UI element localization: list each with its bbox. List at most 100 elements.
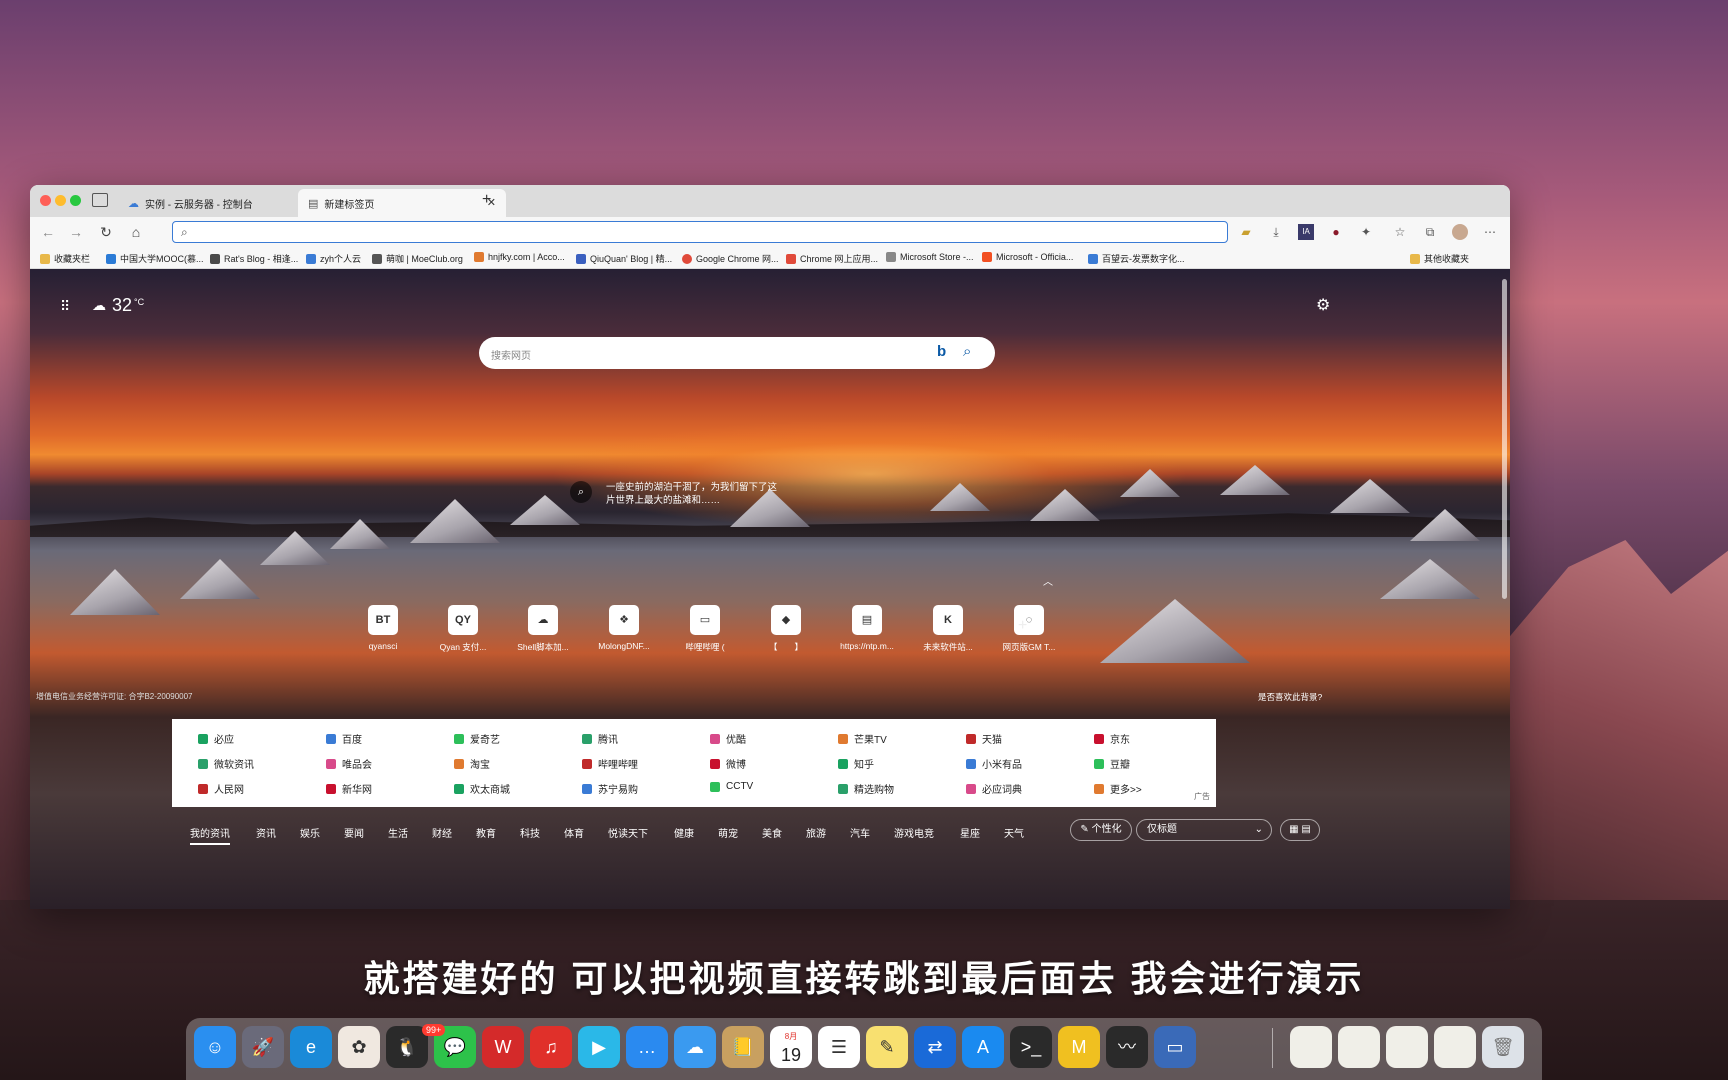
bookmark-item[interactable]: 中国大学MOOC(慕... [106, 252, 204, 265]
quick-link[interactable]: ❖ MolongDNF... [589, 605, 659, 651]
chevron-up-icon[interactable]: ︿ [1043, 573, 1053, 588]
link-suning[interactable]: 苏宁易购 [582, 781, 638, 796]
maximize-window-button[interactable] [70, 195, 81, 206]
meituan-icon[interactable]: M [1058, 1026, 1100, 1068]
bookmark-item[interactable]: 百望云-发票数字化... [1088, 252, 1185, 265]
finder-icon[interactable]: ☺ [194, 1026, 236, 1068]
tab-actions-icon[interactable] [92, 193, 108, 207]
feed-tab[interactable]: 体育 [564, 825, 584, 840]
calendar-icon[interactable]: 8月 19 [770, 1026, 812, 1068]
layout-toggle[interactable]: ▦ ▤ [1280, 819, 1320, 841]
personalize-button[interactable]: ✎ 个性化 [1070, 819, 1132, 841]
link-xinhua[interactable]: 新华网 [326, 781, 372, 796]
link-cctv[interactable]: CCTV [710, 781, 753, 792]
feed-tab[interactable]: 我的资讯 [190, 825, 230, 845]
feed-tab[interactable]: 财经 [432, 825, 452, 840]
teamviewer-icon[interactable]: ⇄ [914, 1026, 956, 1068]
bookmark-item[interactable]: Microsoft - Officia... [982, 252, 1073, 262]
search-icon[interactable]: ⌕ [963, 343, 971, 360]
link-zhihu[interactable]: 知乎 [838, 756, 874, 771]
feed-tab[interactable]: 科技 [520, 825, 540, 840]
apps-grid-icon[interactable]: ⠿ [60, 299, 74, 313]
link-vip[interactable]: 唯品会 [326, 756, 372, 771]
link-tmall[interactable]: 天猫 [966, 731, 1002, 746]
extensions-icon[interactable]: ✦ [1358, 224, 1374, 240]
feed-tab[interactable]: 教育 [476, 825, 496, 840]
bookmark-item[interactable]: Rat's Blog - 相逢... [210, 252, 298, 265]
link-bing-dict[interactable]: 必应词典 [966, 781, 1022, 796]
download-extension-icon[interactable]: ⤓ [1268, 224, 1284, 240]
notes-icon[interactable]: ✎ [866, 1026, 908, 1068]
feed-tab[interactable]: 娱乐 [300, 825, 320, 840]
bookmark-item[interactable]: QiuQuan' Blog | 精... [576, 252, 672, 265]
refresh-button[interactable]: ↻ [96, 222, 116, 242]
reminders-icon[interactable]: ☰ [818, 1026, 860, 1068]
app-store-icon[interactable]: A [962, 1026, 1004, 1068]
downloads-stack-icon[interactable] [1290, 1026, 1332, 1068]
quick-link[interactable]: ◌ 网页版GM T... [994, 605, 1064, 653]
terminal-icon[interactable]: >_ [1010, 1026, 1052, 1068]
contacts-icon[interactable]: 📒 [722, 1026, 764, 1068]
link-weibo[interactable]: 微博 [710, 756, 746, 771]
feed-tab[interactable]: 美食 [762, 825, 782, 840]
quick-link[interactable]: K 未来软件站... [913, 605, 983, 653]
profile-avatar[interactable] [1452, 224, 1468, 240]
feed-tab[interactable]: 游戏电竞 [894, 825, 934, 840]
link-tencent[interactable]: 腾讯 [582, 731, 618, 746]
search-input[interactable]: 搜索网页 b ⌕ [479, 337, 995, 369]
folder-extension-icon[interactable]: ▰ [1238, 224, 1254, 240]
activity-monitor-icon[interactable]: 〰 [1106, 1026, 1148, 1068]
minimize-window-button[interactable] [55, 195, 66, 206]
quick-link[interactable]: ☁ Shell脚本加... [508, 605, 578, 653]
collections-icon[interactable]: ⧉ [1422, 224, 1438, 240]
baidu-netdisk-icon[interactable]: ☁ [674, 1026, 716, 1068]
weather-widget[interactable]: ☁ 32 °C [92, 295, 144, 316]
close-window-button[interactable] [40, 195, 51, 206]
link-shopping[interactable]: 精选购物 [838, 781, 894, 796]
feed-tab[interactable]: 旅游 [806, 825, 826, 840]
home-button[interactable]: ⌂ [126, 222, 146, 242]
netease-music-icon[interactable]: ♫ [530, 1026, 572, 1068]
bookmark-other-favorites[interactable]: 其他收藏夹 [1410, 252, 1469, 265]
list-view-icon[interactable]: ▤ [1301, 824, 1310, 835]
gear-icon[interactable]: ⚙ [1316, 295, 1330, 315]
link-taobao[interactable]: 淘宝 [454, 756, 490, 771]
link-iqiyi[interactable]: 爱奇艺 [454, 731, 500, 746]
quick-link[interactable]: ▤ https://ntp.m... [832, 605, 902, 651]
link-people[interactable]: 人民网 [198, 781, 244, 796]
bookmark-item[interactable]: Microsoft Store -... [886, 252, 974, 262]
feed-tab[interactable]: 健康 [674, 825, 694, 840]
background-story[interactable]: ⌕ 一座史前的湖泊干涸了，为我们留下了这片世界上最大的盐滩和…… [570, 481, 786, 507]
feed-tab[interactable]: 要闻 [344, 825, 364, 840]
tab-cloud-console[interactable]: ☁ 实例 - 云服务器 - 控制台 ✕ [118, 189, 324, 217]
link-youku[interactable]: 优酷 [710, 731, 746, 746]
link-msn[interactable]: 微软资讯 [198, 756, 254, 771]
grid-view-icon[interactable]: ▦ [1289, 824, 1298, 835]
link-mgtv[interactable]: 芒果TV [838, 731, 887, 746]
favorites-icon[interactable]: ☆ [1392, 224, 1408, 240]
edge-icon[interactable]: e [290, 1026, 332, 1068]
launchpad-icon[interactable]: 🚀 [242, 1026, 284, 1068]
feed-tab[interactable]: 汽车 [850, 825, 870, 840]
add-site-button[interactable]: + [1018, 617, 1027, 635]
feed-tab[interactable]: 资讯 [256, 825, 276, 840]
ia-extension-icon[interactable]: IA [1298, 224, 1314, 240]
system-info-icon[interactable]: ▭ [1154, 1026, 1196, 1068]
address-bar[interactable]: ⌕ [172, 221, 1228, 243]
bookmark-item[interactable]: zyh个人云 [306, 252, 361, 265]
tab-new-tab[interactable]: ▤ 新建标签页 ✕ [298, 189, 506, 217]
link-bing[interactable]: 必应 [198, 731, 234, 746]
infuse-icon[interactable]: ▶ [578, 1026, 620, 1068]
wps-icon[interactable]: W [482, 1026, 524, 1068]
feed-tab[interactable]: 天气 [1004, 825, 1024, 840]
link-heytap[interactable]: 欢太商城 [454, 781, 510, 796]
feed-tab[interactable]: 生活 [388, 825, 408, 840]
quick-link[interactable]: ▭ 哔哩哔哩 ( [670, 605, 740, 653]
link-more[interactable]: 更多>> [1094, 781, 1142, 796]
feed-tab[interactable]: 萌宠 [718, 825, 738, 840]
record-extension-icon[interactable]: ● [1328, 224, 1344, 240]
view-mode-select[interactable]: 仅标题 ⌄ [1136, 819, 1272, 841]
messages-icon[interactable]: … [626, 1026, 668, 1068]
bookmark-item[interactable]: 萌咖 | MoeClub.org [372, 252, 463, 265]
link-youpin[interactable]: 小米有品 [966, 756, 1022, 771]
